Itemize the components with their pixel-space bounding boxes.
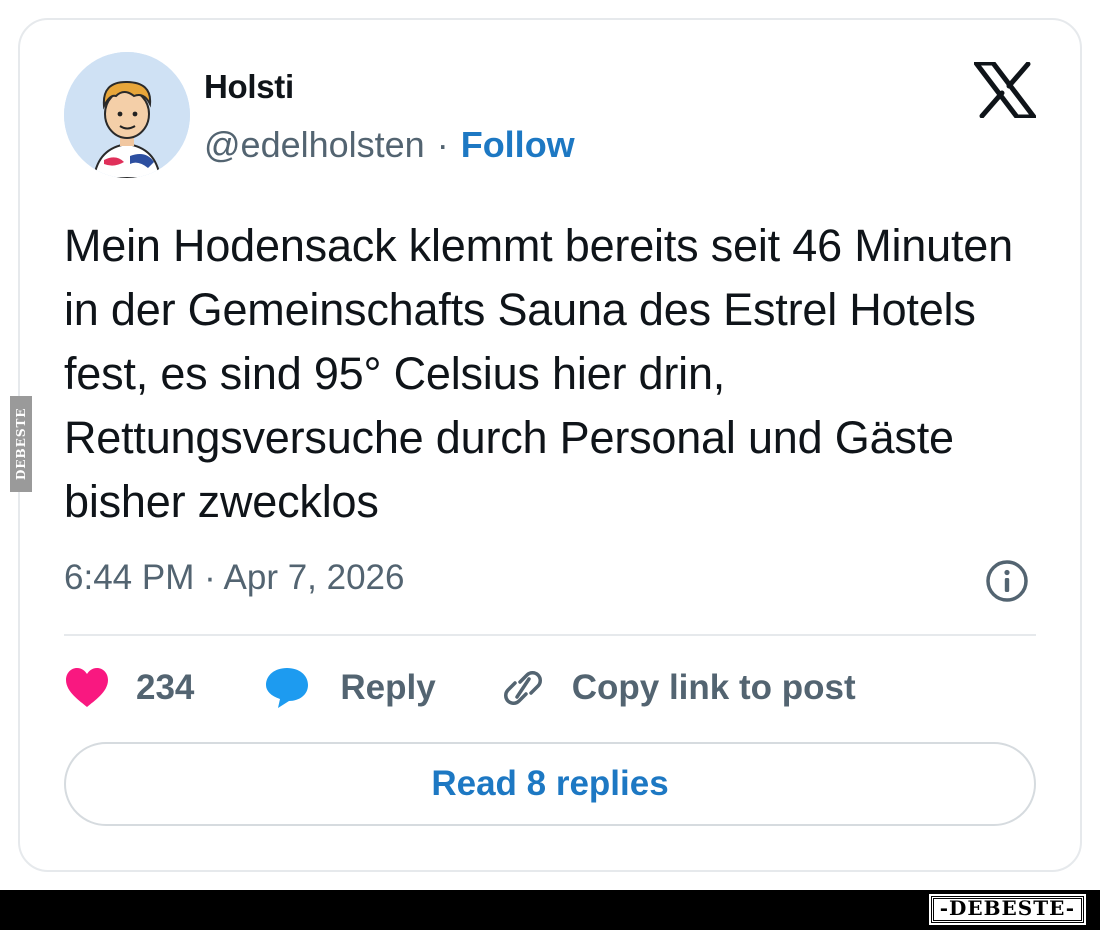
footer-watermark-logo: -DEBESTE- [928,894,1087,925]
read-replies-button[interactable]: Read 8 replies [64,742,1036,826]
author-handle[interactable]: @edelholsten [204,124,425,166]
heart-icon [66,668,108,707]
copy-link-label: Copy link to post [571,668,856,707]
side-watermark: DEBESTE [10,396,32,492]
handle-row: @edelholsten · Follow [204,124,575,166]
reply-label: Reply [340,668,436,707]
action-bar: 234 Reply Copy link to post [64,660,856,716]
timestamp[interactable]: 6:44 PM · Apr 7, 2026 [64,558,404,598]
follow-button[interactable]: Follow [461,124,575,166]
speech-bubble-icon [266,668,309,708]
like-button[interactable]: 234 [64,667,194,709]
avatar[interactable] [64,52,190,178]
footer-bar: -DEBESTE- [0,890,1100,930]
tweet-text: Mein Hodensack klemmt bereits seit 46 Mi… [64,220,1013,527]
divider [64,634,1036,636]
separator-dot: · [436,124,449,165]
author-name[interactable]: Holsti [204,68,294,106]
link-icon [503,671,542,705]
info-icon[interactable] [984,558,1030,604]
like-count: 234 [136,668,195,707]
copy-link-button[interactable]: Copy link to post [498,666,856,710]
avatar-cartoon-icon [64,52,190,178]
x-logo-icon[interactable] [974,62,1036,118]
reply-button[interactable]: Reply [264,666,436,710]
